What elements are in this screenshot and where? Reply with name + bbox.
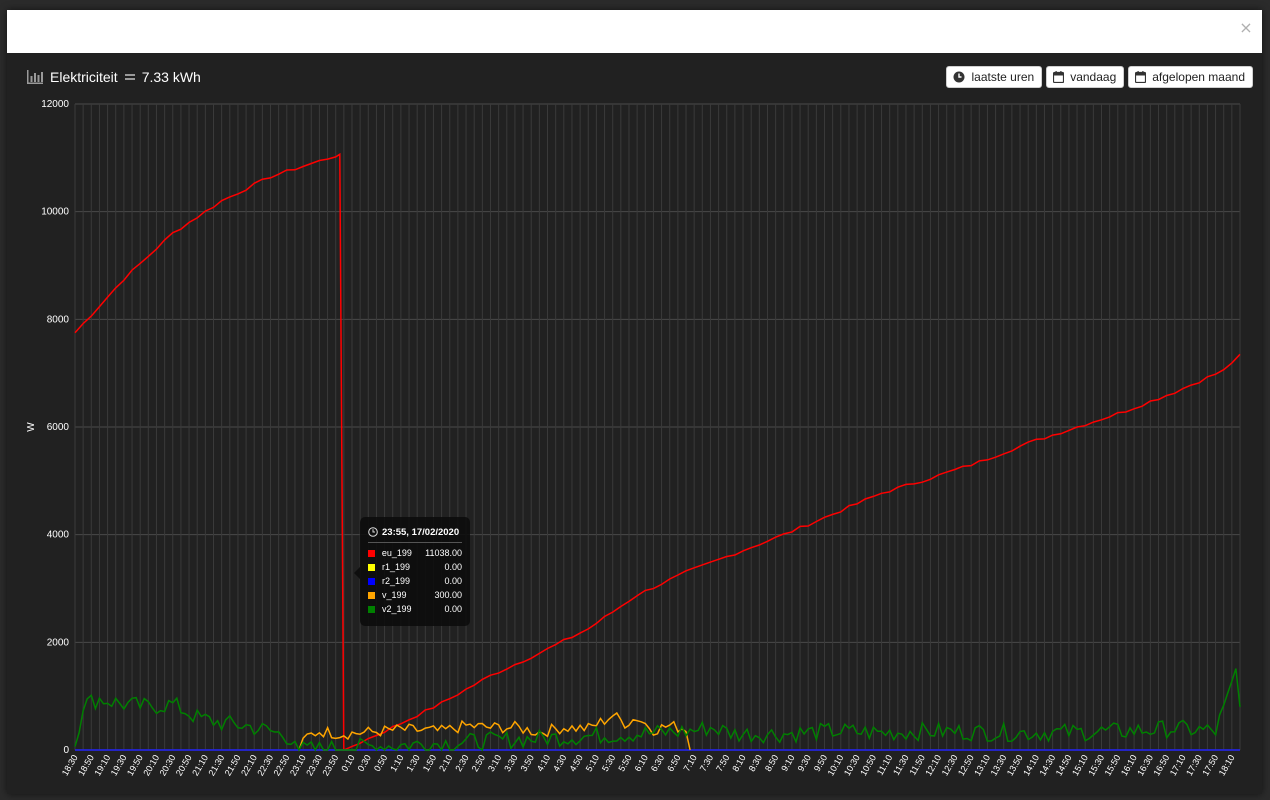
bar-chart-icon — [27, 70, 43, 84]
x-tick-label: 11:30 — [891, 753, 911, 777]
today-button[interactable]: vandaag — [1046, 66, 1125, 88]
series-swatch — [368, 605, 375, 613]
x-tick-label: 4:30 — [551, 753, 568, 773]
period-buttons: laatste uren vandaag afgelopen maand — [946, 66, 1253, 88]
series-name: r1_199 — [382, 562, 411, 572]
x-tick-label: 8:30 — [747, 753, 764, 773]
y-tick-label: 2000 — [47, 637, 70, 648]
x-tick-label: 5:10 — [584, 753, 601, 773]
series-swatch — [368, 591, 375, 599]
x-tick-label: 3:10 — [486, 753, 503, 773]
x-tick-label: 9:30 — [796, 753, 813, 773]
series-value: 0.00 — [444, 576, 462, 586]
x-tick-label: 0:50 — [372, 753, 389, 773]
tooltip-row: r2_199 0.00 — [368, 574, 462, 588]
y-tick-label: 4000 — [47, 530, 70, 541]
series-swatch — [368, 549, 375, 557]
x-tick-label: 4:50 — [567, 753, 584, 773]
tooltip-row: v2_199 0.00 — [368, 602, 462, 616]
series-line-eu_199 — [74, 152, 1241, 752]
chart-tooltip: 23:55, 17/02/2020 eu_199 11038.00 r1_199… — [354, 517, 470, 626]
series-value: 300.00 — [434, 590, 462, 600]
chart-panel: 0 2000 4000 6000 8000 10000 12000 18:30 18:50 19:… — [7, 53, 1262, 794]
x-tick-label: 7:30 — [698, 753, 715, 773]
series-swatch — [368, 577, 375, 585]
x-tick-label: 7:50 — [714, 753, 731, 773]
recent-hours-button[interactable]: laatste uren — [946, 66, 1043, 88]
x-tick-label: 2:50 — [470, 753, 487, 773]
y-tick-label: 8000 — [47, 314, 70, 325]
x-tick-label: 7:10 — [681, 753, 698, 773]
x-tick-label: 2:30 — [453, 753, 470, 773]
today-label: vandaag — [1070, 70, 1117, 84]
x-tick-label: 8:50 — [763, 753, 780, 773]
recent-hours-label: laatste uren — [971, 70, 1035, 84]
x-tick-label: 23:50 — [321, 753, 341, 778]
series-value: 0.00 — [444, 562, 462, 572]
x-tick-label: 2:10 — [437, 753, 454, 773]
x-tick-label: 6:10 — [633, 753, 650, 773]
calendar-icon — [1053, 71, 1065, 83]
x-tick-label: 5:50 — [616, 753, 633, 773]
series-name: eu_199 — [381, 548, 412, 558]
tooltip-row: eu_199 11038.00 — [368, 546, 462, 560]
y-tick-label: 6000 — [47, 422, 70, 433]
y-tick-label: 0 — [63, 745, 69, 756]
last-month-label: afgelopen maand — [1152, 70, 1245, 84]
series-value: 0.00 — [444, 604, 462, 614]
x-tick-label: 6:30 — [649, 753, 666, 773]
x-tick-label: 1:30 — [404, 753, 421, 773]
y-axis-label: W — [26, 422, 37, 432]
x-tick-label: 0:10 — [339, 753, 356, 773]
series-swatch — [368, 563, 375, 571]
tooltip-row: r1_199 0.00 — [368, 560, 462, 574]
series-name: r2_199 — [382, 576, 411, 586]
equals-icon — [124, 74, 135, 80]
x-tick-label: 1:50 — [421, 753, 438, 773]
last-month-button[interactable]: afgelopen maand — [1128, 66, 1253, 88]
tooltip-row: v_199 300.00 — [368, 588, 462, 602]
x-tick-label: 4:10 — [535, 753, 552, 773]
x-tick-label: 9:10 — [779, 753, 796, 773]
y-tick-label: 10000 — [41, 207, 69, 218]
clock-icon — [368, 527, 378, 537]
close-button[interactable]: × — [1238, 20, 1254, 36]
x-tick-label: 11:10 — [875, 753, 895, 777]
chart-dialog: × 0 2000 4000 6000 8000 10000 12000 18:30 18:50 1… — [7, 10, 1262, 794]
calendar-icon — [1135, 71, 1147, 83]
tooltip-header: 23:55, 17/02/2020 — [368, 525, 462, 539]
x-tick-label: 8:10 — [730, 753, 747, 773]
chart-title-text: Elektriciteit — [50, 69, 118, 85]
series-line-v2_199 — [74, 668, 1241, 752]
x-tick-label: 1:10 — [388, 753, 405, 773]
y-tick-label: 12000 — [41, 99, 69, 110]
x-tick-label: 3:30 — [502, 753, 519, 773]
power-chart: 02000400060008000100001200018:3018:5019:… — [26, 99, 1241, 778]
series-name: v_199 — [382, 590, 407, 600]
x-tick-label: 5:30 — [600, 753, 617, 773]
tooltip-divider — [368, 542, 462, 543]
x-tick-label: 0:30 — [356, 753, 373, 773]
x-tick-label: 6:50 — [665, 753, 682, 773]
x-tick-label: 10:50 — [858, 753, 878, 778]
tooltip-time: 23:55, 17/02/2020 — [382, 526, 460, 538]
clock-icon — [953, 71, 965, 83]
dialog-header: × — [7, 10, 1262, 53]
x-tick-label: 18:10 — [1217, 753, 1237, 778]
total-energy: 7.33 kWh — [141, 69, 201, 85]
x-tick-label: 3:50 — [519, 753, 536, 773]
chart-title: Elektriciteit 7.33 kWh — [27, 67, 201, 87]
series-value: 11038.00 — [425, 548, 462, 558]
series-name: v2_199 — [382, 604, 412, 614]
